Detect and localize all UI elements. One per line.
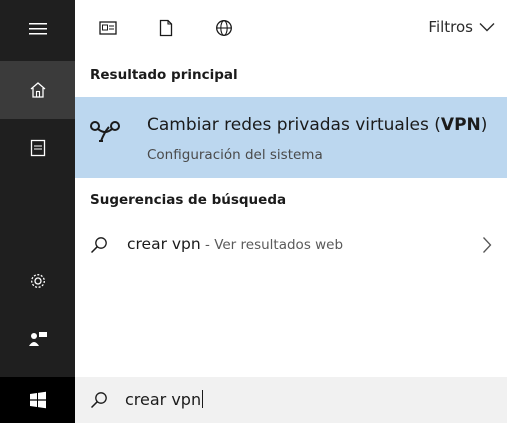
home-icon xyxy=(30,82,45,98)
filters-dropdown[interactable]: Filtros xyxy=(428,14,495,40)
document-icon xyxy=(159,19,173,37)
windows-logo-icon xyxy=(29,391,46,409)
web-filter-button[interactable] xyxy=(213,17,235,39)
suggestions-header: Sugerencias de búsqueda xyxy=(90,192,287,208)
search-input[interactable]: crear vpn xyxy=(125,390,204,409)
gear-icon xyxy=(30,274,45,288)
left-rail xyxy=(0,0,75,423)
search-icon xyxy=(90,237,107,254)
apps-icon xyxy=(99,21,117,35)
best-match-item[interactable]: Cambiar redes privadas virtuales (VPN) C… xyxy=(75,97,507,178)
feedback-icon xyxy=(28,332,47,346)
chevron-right-icon xyxy=(483,237,492,253)
vpn-icon xyxy=(90,121,120,142)
document-icon xyxy=(30,139,45,157)
search-results-panel: Resultado principal Cambiar redes privad… xyxy=(75,56,507,377)
best-match-subtitle: Configuración del sistema xyxy=(147,147,323,163)
documents-filter-button[interactable] xyxy=(155,17,177,39)
settings-button[interactable] xyxy=(0,252,75,310)
suggestion-text: crear vpn - Ver resultados web xyxy=(127,235,344,253)
documents-button[interactable] xyxy=(0,119,75,177)
best-match-header: Resultado principal xyxy=(90,67,238,83)
chevron-down-icon xyxy=(479,23,495,32)
filters-label: Filtros xyxy=(428,18,473,36)
hamburger-menu-icon xyxy=(28,23,47,35)
suggestion-item[interactable]: crear vpn - Ver resultados web xyxy=(75,225,507,263)
apps-filter-button[interactable] xyxy=(97,17,119,39)
top-toolbar: Filtros xyxy=(75,0,507,56)
best-match-title: Cambiar redes privadas virtuales (VPN) xyxy=(147,115,488,135)
menu-button[interactable] xyxy=(0,0,75,58)
feedback-button[interactable] xyxy=(0,310,75,368)
start-button[interactable] xyxy=(0,377,75,423)
web-globe-icon xyxy=(216,20,232,36)
text-caret xyxy=(202,390,204,408)
home-button[interactable] xyxy=(0,61,75,119)
search-box[interactable]: crear vpn xyxy=(75,377,507,423)
search-icon xyxy=(90,392,107,409)
